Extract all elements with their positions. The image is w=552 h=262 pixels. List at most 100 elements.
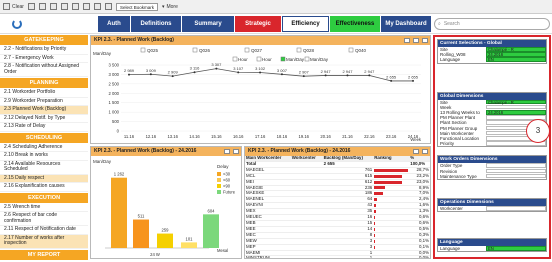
sidebar-item[interactable]: 2.1 Workorder Portfolio [0,89,88,98]
dimension-value[interactable] [486,206,546,211]
language-title[interactable]: Language [438,239,546,247]
sidebar-item[interactable]: 2.12 Delayed Notif. by Type [0,115,88,123]
sidebar-section-gatekeeping[interactable]: GATEKEEPING [0,35,88,45]
bookmark-icon[interactable] [104,3,112,10]
lock-icon[interactable] [71,3,79,10]
unlock-icon[interactable] [82,3,90,10]
sidebar-item[interactable]: 2.4 Scheduling Adherence [0,144,88,152]
work-orders-dimensions-box: Work Orders Dimensions Order Type Revision… [437,155,547,181]
export-icon[interactable] [224,149,230,154]
dimension-value[interactable] [486,173,546,179]
bottom-left-title-text: KPI 2.3. - Planned Work (Backlog) - 24.2… [94,148,197,154]
y-tick-label: 3 000 [109,72,120,77]
sidebar-item[interactable]: 2.6 Respect of bar code confirmation [0,212,88,226]
tab-summary[interactable]: Summary [182,16,234,32]
clear-button[interactable]: Clear [3,3,24,10]
dimension-value[interactable] [486,163,546,169]
bar-value-label: 101 [186,236,194,241]
sidebar-item[interactable]: 2.16 Explanification causes [0,183,88,192]
legend-checkbox [280,56,286,62]
x-axis-label: 24 W [150,252,160,257]
ranking-bar [374,192,383,196]
data-label: 3 102 [255,66,266,71]
maximize-icon[interactable] [233,149,239,154]
legend-label: Man/Day [286,57,305,62]
search-input[interactable]: ⌕ Search [434,18,550,30]
current-selections-title[interactable]: Current Selections - Global [438,40,546,47]
dimension-label: Language [440,246,461,252]
dimension-value[interactable]: 24.2016 [486,52,546,57]
tab-auth[interactable]: Auth [98,16,130,32]
export-icon[interactable] [413,149,419,154]
tab-effectiveness[interactable]: Effectiveness [330,16,380,32]
legend-title: Delay [217,164,229,169]
top-chart-panel: KPI 2.3. - Planned Work (Backlog) Q025 Q0… [90,35,431,144]
top-chart-title-text: KPI 2.3. - Planned Work (Backlog) [94,37,174,43]
sidebar-item[interactable]: 2.13 Rate of Delay [0,123,88,132]
data-point [171,75,174,78]
sidebar-item[interactable]: 2.14 Available Resources Scheduled [0,161,88,175]
print-icon[interactable] [93,3,101,10]
dimension-row[interactable]: Workcenter [438,206,546,211]
ranking-bar [374,204,377,208]
export-icon[interactable] [404,38,410,43]
sidebar-item[interactable]: 2.9 Workorder Preparation [0,98,88,106]
top-chart-title: KPI 2.3. - Planned Work (Backlog) [91,36,430,45]
logo-mark-icon [12,19,22,29]
x-tick-label: 21.16 [342,134,353,139]
dimension-row[interactable]: Language EN [438,57,546,62]
maximize-icon[interactable] [422,149,428,154]
search-icon: ⌕ [438,21,441,27]
dimension-value[interactable]: EN [486,57,546,62]
maximize-icon[interactable] [422,38,428,43]
tab-strategic[interactable]: Strategic [235,16,281,32]
sidebar-item[interactable]: 2.15 Daily respect [0,174,88,183]
dimension-value[interactable] [486,168,546,174]
sidebar-item[interactable]: 2.17 Number of works after inspection [0,234,88,249]
sidebar-item[interactable]: 2.3 Planned Work (Backlog) [0,106,88,115]
x-tick-label: 11.16 [124,134,135,139]
data-point [412,79,414,82]
redo-icon[interactable] [60,3,68,10]
legend-label: <60 [223,178,231,183]
x-tick-label: 17.16 [255,134,266,139]
sidebar-item[interactable]: 2.5 Wrench time [0,204,88,212]
sidebar-section-my-report[interactable]: MY REPORT [0,249,88,260]
sidebar-section-execution[interactable]: EXECUTION [0,192,88,203]
dimension-value[interactable]: 24.2016 [486,110,546,115]
bookmark-select[interactable]: Select Bookmark [115,2,158,11]
sidebar-item[interactable]: 2.8 - Notification without Assigned Orde… [0,63,88,77]
forward-icon[interactable] [38,3,46,10]
dimension-value[interactable]: Chalampé - R [486,99,546,105]
sidebar-item[interactable]: 2.7 - Emergency Work [0,55,88,63]
dimension-value[interactable]: EN [486,246,546,251]
more-button[interactable]: ▾ More [162,4,178,10]
data-label: 2 989 [124,68,135,73]
work-orders-dimensions-title[interactable]: Work Orders Dimensions [438,156,546,164]
operations-dimensions-title[interactable]: Operations Dimensions [438,199,546,207]
sidebar-item[interactable]: 2.10 Break in works [0,152,88,161]
tab-my-dashboard[interactable]: My Dashboard [381,16,431,32]
sidebar-item[interactable]: 2.2 - Notifications by Priority [0,46,88,55]
table-row[interactable]: MINSTRUM 1 0,0% [245,255,430,258]
dimension-row[interactable]: Maintenance Type [438,173,546,179]
y-unit-label: Man/Day [93,51,112,56]
dimension-value[interactable] [486,104,546,110]
sidebar-section-scheduling[interactable]: SCHEDULING [0,132,88,143]
back-icon[interactable] [27,3,35,10]
undo-icon[interactable] [49,3,57,10]
minimize-icon[interactable] [413,38,419,43]
sidebar-item[interactable]: 2.11 Respect of Notification date [0,226,88,235]
table-cell: 1 [322,255,374,258]
dimension-value[interactable]: Chalampé - R [486,47,546,52]
global-dimensions-title[interactable]: Global Dimensions [438,92,546,100]
sidebar-section-planning[interactable]: PLANNING [0,78,88,88]
tab-efficiency[interactable]: Efficiency [282,16,329,32]
dimension-row[interactable]: Language EN [438,246,546,251]
logo [4,16,88,32]
y-tick-label: 500 [112,119,120,124]
dimension-row[interactable]: Priority [438,141,546,146]
tab-definitions[interactable]: Definitions [131,16,181,32]
data-point [193,71,196,74]
